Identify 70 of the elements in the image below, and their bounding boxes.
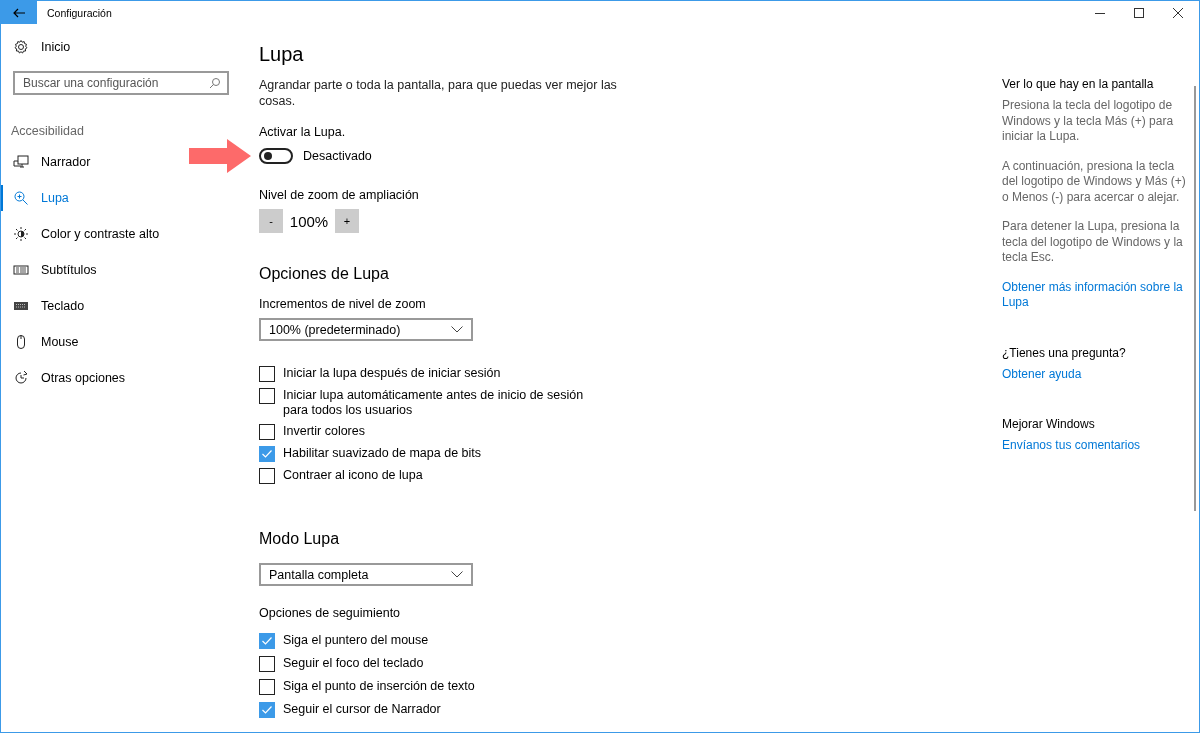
checkbox[interactable] bbox=[259, 366, 275, 382]
zoom-in-icon bbox=[13, 190, 29, 206]
checkbox-option[interactable]: Iniciar lupa automáticamente antes de inicio de sesión para todos los usuarios bbox=[259, 388, 609, 418]
sidebar-item[interactable]: Teclado bbox=[1, 298, 89, 314]
checkbox[interactable] bbox=[259, 388, 275, 404]
page-description: Agrandar parte o toda la pantalla, para que puedas ver mejor las cosas. bbox=[259, 77, 618, 109]
help-text: A continuación, presiona la tecla del logotipo de Windows y Más (+) o Menos (-) para acercar o alejar. bbox=[1002, 158, 1187, 205]
help-text: Para detener la Lupa, presiona la tecla del logotipo de Windows y la tecla Esc. bbox=[1002, 219, 1184, 266]
toggle-state: Desactivado bbox=[303, 149, 372, 163]
zoom-value: 100% bbox=[288, 212, 330, 230]
sidebar-item[interactable]: Mouse bbox=[1, 334, 83, 350]
mode-dropdown[interactable]: Pantalla completa bbox=[259, 563, 473, 586]
home-nav-item[interactable]: Inicio bbox=[1, 39, 75, 55]
zoom-level-label: Nivel de zoom de ampliación bbox=[259, 187, 420, 203]
search-field[interactable]: Buscar una configuración bbox=[13, 71, 229, 95]
checkbox-option[interactable]: Seguir el cursor de Narrador bbox=[259, 702, 609, 718]
scrollbar[interactable] bbox=[1194, 86, 1196, 511]
section-heading: Accesibilidad bbox=[11, 124, 85, 138]
checkbox[interactable] bbox=[259, 468, 275, 484]
checkbox-option[interactable]: Siga el puntero del mouse bbox=[259, 633, 609, 649]
checkbox[interactable] bbox=[259, 424, 275, 440]
sidebar-item[interactable]: Subtítulos bbox=[1, 262, 101, 278]
maximize-icon bbox=[1133, 7, 1144, 18]
window-title: Configuración bbox=[47, 6, 112, 19]
toggle-label: Activar la Lupa. bbox=[259, 124, 347, 140]
sidebar-item[interactable]: Color y contraste alto bbox=[1, 226, 164, 242]
aside-heading: ¿Tienes una pregunta? bbox=[1002, 344, 1127, 361]
zoom-increment-dropdown[interactable]: 100% (predeterminado) bbox=[259, 318, 473, 341]
sidebar-item[interactable]: Otras opciones bbox=[1, 370, 130, 386]
checkbox[interactable] bbox=[259, 656, 275, 672]
back-arrow-icon bbox=[13, 7, 25, 18]
checkmark-icon bbox=[260, 447, 274, 461]
checkbox[interactable] bbox=[259, 679, 275, 695]
checkbox-option[interactable]: Seguir el foco del teclado bbox=[259, 656, 609, 672]
checkmark-icon bbox=[260, 634, 274, 648]
chevron-down-icon bbox=[451, 326, 463, 333]
checkbox-option[interactable]: Invertir colores bbox=[259, 424, 609, 440]
aside-heading: Ver lo que hay en la pantalla bbox=[1002, 76, 1155, 92]
checkbox[interactable] bbox=[259, 702, 275, 718]
zoom-out-button[interactable]: - bbox=[259, 209, 283, 233]
captions-icon bbox=[13, 262, 29, 278]
checkbox[interactable] bbox=[259, 446, 275, 462]
chevron-down-icon bbox=[451, 571, 463, 578]
brightness-icon bbox=[13, 226, 29, 242]
search-icon bbox=[209, 77, 221, 89]
checkbox[interactable] bbox=[259, 633, 275, 649]
close-icon bbox=[1172, 7, 1183, 18]
clock-arrow-icon bbox=[13, 370, 29, 386]
tracking-label: Opciones de seguimiento bbox=[259, 605, 402, 621]
page-title: Lupa bbox=[259, 42, 305, 66]
back-button[interactable] bbox=[1, 1, 37, 24]
help-link[interactable]: Obtener más información sobre la Lupa bbox=[1002, 279, 1192, 311]
gear-icon bbox=[13, 39, 29, 55]
checkbox-option[interactable]: Habilitar suavizado de mapa de bits bbox=[259, 446, 609, 462]
checkbox-option[interactable]: Iniciar la lupa después de iniciar sesión bbox=[259, 366, 609, 382]
monitor-icon bbox=[13, 154, 29, 170]
help-link[interactable]: Obtener ayuda bbox=[1002, 366, 1192, 382]
sidebar-item[interactable]: Narrador bbox=[1, 154, 95, 170]
section-title: Opciones de Lupa bbox=[259, 264, 390, 284]
section-title: Modo Lupa bbox=[259, 529, 341, 549]
checkbox-option[interactable]: Contraer al icono de lupa bbox=[259, 468, 609, 484]
help-link[interactable]: Envíanos tus comentarios bbox=[1002, 438, 1192, 454]
aside-heading: Mejorar Windows bbox=[1002, 416, 1096, 432]
help-text: Presiona la tecla del logotipo de Windows y la tecla Más (+) para iniciar la Lupa. bbox=[1002, 98, 1175, 145]
toggle-switch[interactable] bbox=[259, 148, 293, 164]
pointer-arrow bbox=[189, 139, 251, 173]
zoom-in-button[interactable]: + bbox=[335, 209, 359, 233]
checkbox-option[interactable]: Siga el punto de inserción de texto bbox=[259, 679, 609, 695]
checkmark-icon bbox=[260, 703, 274, 717]
dropdown-label: Incrementos de nivel de zoom bbox=[259, 296, 427, 312]
